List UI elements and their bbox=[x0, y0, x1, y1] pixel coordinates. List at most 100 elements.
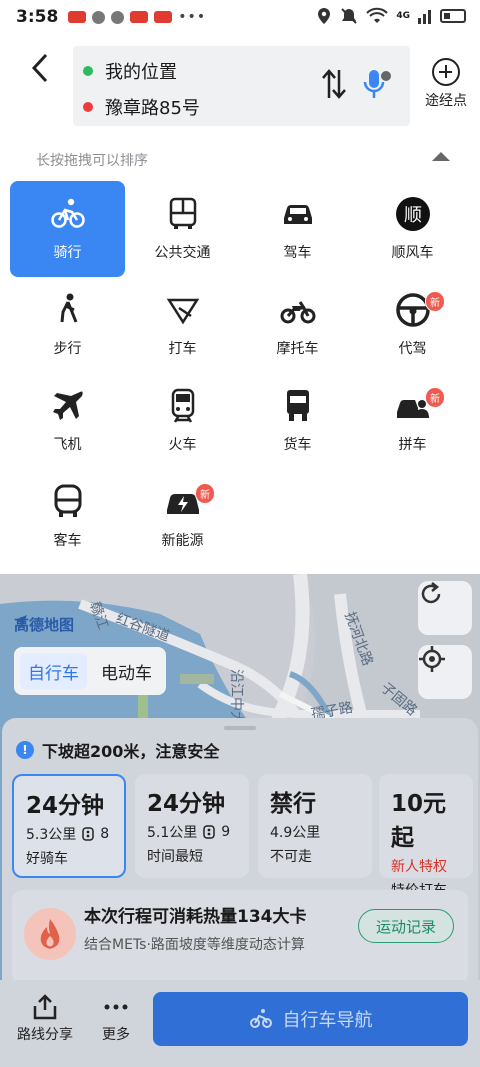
back-button[interactable] bbox=[22, 50, 58, 86]
refresh-button[interactable] bbox=[418, 581, 472, 635]
start-location-label: 我的位置 bbox=[105, 62, 177, 83]
traffic-light-count: 8 bbox=[100, 826, 110, 842]
collapse-arrow-icon[interactable] bbox=[432, 152, 450, 161]
wechat-icon bbox=[92, 10, 106, 24]
airplane-icon bbox=[52, 391, 83, 420]
swap-icon[interactable] bbox=[321, 68, 347, 100]
mode-label: 骑行 bbox=[53, 245, 82, 261]
mode-label: 飞机 bbox=[53, 437, 82, 453]
shun-icon: 顺 bbox=[395, 197, 430, 231]
mode-label: 火车 bbox=[168, 437, 197, 453]
info-icon: ! bbox=[16, 741, 34, 759]
mode-item[interactable]: 客车 bbox=[10, 469, 125, 565]
mode-item[interactable]: 摩托车 bbox=[240, 277, 355, 373]
bicycle-icon bbox=[50, 198, 85, 228]
signal-icon bbox=[418, 10, 431, 24]
taxi-icon bbox=[166, 298, 199, 325]
bicycle-icon bbox=[249, 1009, 272, 1028]
network-type: 4G bbox=[396, 11, 410, 21]
mode-item[interactable]: 新 代驾 bbox=[355, 277, 470, 373]
mode-item[interactable]: 步行 bbox=[10, 277, 125, 373]
toggle-ebike[interactable]: 电动车 bbox=[93, 653, 160, 689]
sport-record-button[interactable]: 运动记录 bbox=[358, 909, 454, 943]
app-notification-icon bbox=[154, 11, 173, 23]
route-options: 24分钟 5.3公里 8 好骑车 24分钟 5.1公里 9 时间最短 禁行 4.… bbox=[12, 774, 480, 899]
mode-label: 顺风车 bbox=[391, 245, 434, 261]
walk-icon bbox=[60, 293, 77, 323]
route-promo: 新人特权 bbox=[391, 856, 467, 876]
location-icon bbox=[318, 8, 331, 24]
voice-input-icon[interactable] bbox=[361, 68, 391, 102]
more-button[interactable]: 更多 bbox=[81, 994, 151, 1044]
refresh-icon bbox=[421, 582, 441, 604]
add-waypoint-button[interactable]: 途经点 bbox=[418, 58, 474, 110]
mode-label: 公共交通 bbox=[154, 245, 211, 261]
mode-label: 打车 bbox=[168, 341, 197, 357]
mode-label: 货车 bbox=[283, 437, 312, 453]
start-location[interactable]: 我的位置 bbox=[83, 58, 177, 84]
share-route-button[interactable]: 路线分享 bbox=[10, 994, 80, 1044]
waypoint-label: 途经点 bbox=[425, 93, 467, 109]
app-notification-icon bbox=[68, 11, 87, 23]
route-option-card[interactable]: 24分钟 5.3公里 8 好骑车 bbox=[12, 774, 126, 878]
mode-item[interactable]: 飞机 bbox=[10, 373, 125, 469]
mode-item[interactable]: 火车 bbox=[125, 373, 240, 469]
mode-item[interactable]: 驾车 bbox=[240, 181, 355, 277]
route-distance: 5.3公里 8 bbox=[26, 824, 112, 844]
map-brand: 高德地图 bbox=[14, 614, 74, 635]
start-navigation-button[interactable]: 自行车导航 bbox=[153, 992, 468, 1046]
mode-item[interactable]: 公共交通 bbox=[125, 181, 240, 277]
route-distance: 5.1公里 9 bbox=[147, 822, 237, 842]
route-tag: 不可走 bbox=[270, 849, 312, 865]
message-icon bbox=[111, 10, 125, 24]
mode-item[interactable]: 货车 bbox=[240, 373, 355, 469]
bus-icon bbox=[169, 197, 196, 229]
battery-icon bbox=[440, 9, 466, 23]
locate-button[interactable] bbox=[418, 645, 472, 699]
route-tag: 好骑车 bbox=[26, 851, 68, 867]
svg-text:顺: 顺 bbox=[404, 205, 422, 226]
toggle-bicycle[interactable]: 自行车 bbox=[20, 653, 87, 689]
safety-notice-text: 下坡超200米，注意安全 bbox=[42, 742, 220, 761]
mode-item[interactable]: 新 拼车 bbox=[355, 373, 470, 469]
route-time: 24分钟 bbox=[26, 793, 105, 819]
safety-notice: ! 下坡超200米，注意安全 bbox=[16, 738, 219, 762]
mode-label: 新能源 bbox=[161, 533, 204, 549]
mode-item[interactable]: 顺 顺风车 bbox=[355, 181, 470, 277]
chevron-left-icon bbox=[31, 53, 48, 83]
more-dots-icon bbox=[104, 1004, 128, 1010]
new-badge: 新 bbox=[425, 291, 445, 312]
status-time: 3:58 bbox=[16, 7, 59, 27]
route-tag: 时间最短 bbox=[147, 849, 203, 865]
fire-icon bbox=[40, 919, 60, 949]
traffic-light-icon bbox=[203, 825, 216, 839]
route-promo-text: 新人特权 bbox=[391, 859, 447, 875]
route-option-card[interactable]: 禁行 4.9公里 不可走 bbox=[258, 774, 372, 878]
plus-circle-icon bbox=[432, 58, 460, 86]
more-label: 更多 bbox=[102, 1027, 130, 1043]
new-badge: 新 bbox=[425, 387, 445, 408]
locate-icon bbox=[419, 646, 445, 672]
coach-icon bbox=[54, 484, 81, 517]
mode-label: 客车 bbox=[53, 533, 82, 549]
new-badge: 新 bbox=[195, 483, 215, 504]
end-location[interactable]: 豫章路85号 bbox=[83, 94, 200, 120]
route-distance: 4.9公里 bbox=[270, 822, 360, 842]
share-route-label: 路线分享 bbox=[17, 1027, 73, 1043]
route-distance-value: 5.1公里 bbox=[147, 825, 198, 841]
route-option-card[interactable]: 24分钟 5.1公里 9 时间最短 bbox=[135, 774, 249, 878]
sheet-grabber[interactable] bbox=[224, 726, 256, 730]
bottom-action-bar: 路线分享 更多 自行车导航 bbox=[0, 980, 480, 1067]
mode-item[interactable]: 打车 bbox=[125, 277, 240, 373]
mode-item[interactable]: 骑行 bbox=[10, 181, 125, 277]
route-time: 10元起 bbox=[391, 791, 447, 851]
mode-label: 摩托车 bbox=[276, 341, 319, 357]
mode-item[interactable]: 新 新能源 bbox=[125, 469, 240, 565]
start-navigation-label: 自行车导航 bbox=[282, 1010, 373, 1031]
navigation-arrow-icon bbox=[15, 615, 27, 627]
sort-hint: 长按拖拽可以排序 bbox=[36, 153, 148, 169]
calorie-subtitle: 结合METs·路面坡度等维度动态计算 bbox=[84, 937, 305, 953]
system-icons: 4G bbox=[316, 7, 466, 25]
route-distance-value: 4.9公里 bbox=[270, 825, 321, 841]
route-option-card[interactable]: 10元起 新人特权 特价打车 bbox=[379, 774, 473, 899]
